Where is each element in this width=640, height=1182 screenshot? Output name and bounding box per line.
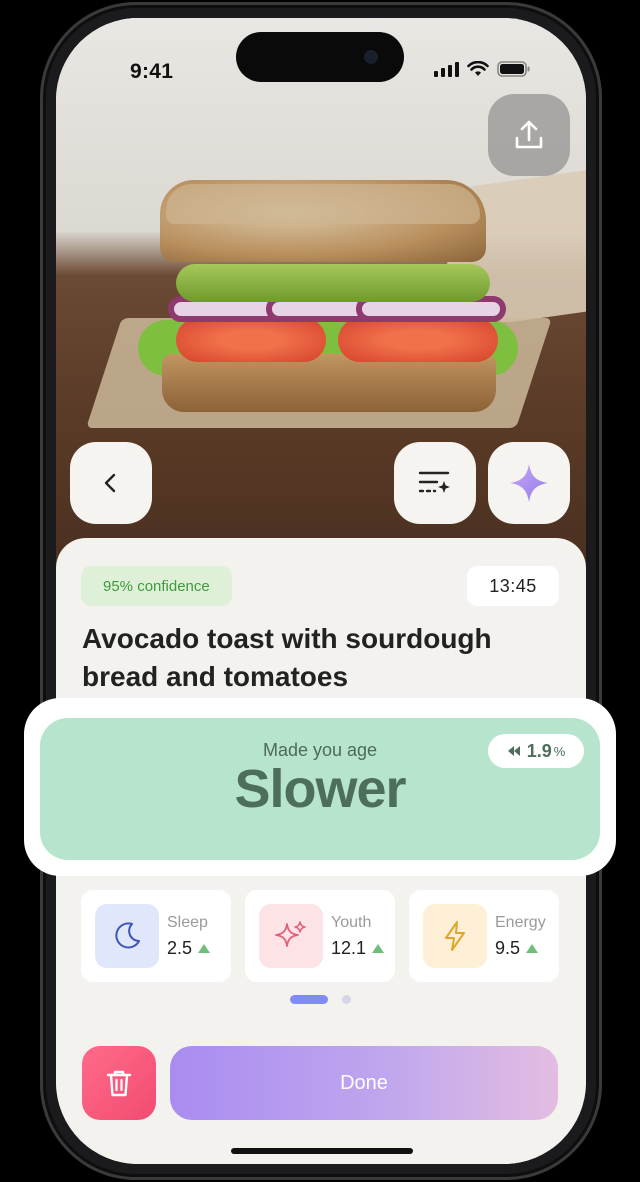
done-button[interactable]: Done: [170, 1046, 558, 1120]
status-time: 9:41: [130, 60, 174, 83]
metric-value: 2.5: [167, 938, 211, 959]
signal-icon: [434, 61, 459, 77]
metric-card-sleep[interactable]: Sleep 2.5: [81, 890, 231, 982]
delete-button[interactable]: [82, 1046, 156, 1120]
dynamic-island: [236, 32, 404, 82]
impact-change-value: 1.9: [526, 740, 552, 761]
metric-value: 9.5: [495, 938, 539, 959]
metric-label: Youth: [331, 914, 372, 931]
sparkle-icon: [510, 464, 548, 502]
rewind-icon: [507, 746, 520, 756]
impact-change-badge: 1.9%: [488, 734, 584, 768]
trend-up-icon: [198, 944, 211, 953]
meal-title: Avocado toast with sourdough bread and t…: [82, 623, 492, 692]
adjust-button[interactable]: [394, 442, 476, 524]
share-icon: [515, 120, 543, 149]
ai-sparkle-button[interactable]: [488, 442, 570, 524]
moon-icon: [95, 904, 159, 968]
back-button[interactable]: [70, 442, 152, 524]
metric-label: Sleep: [167, 914, 208, 931]
sparkles-icon: [259, 904, 323, 968]
metric-label: Energy: [495, 914, 546, 931]
metric-value: 12.1: [331, 938, 385, 959]
meal-time: 13:45: [467, 566, 559, 606]
lightning-icon: [423, 904, 487, 968]
page-indicator[interactable]: [290, 995, 351, 1004]
confidence-badge: 95% confidence: [81, 566, 232, 606]
wifi-icon: [467, 61, 489, 76]
chevron-left-icon: [104, 473, 116, 493]
trend-up-icon: [526, 944, 539, 953]
impact-change-unit: %: [553, 743, 566, 759]
page-dot[interactable]: [342, 995, 351, 1004]
page-dot-active[interactable]: [290, 995, 328, 1004]
status-icons: [434, 61, 531, 77]
metric-card-youth[interactable]: Youth 12.1: [245, 890, 395, 982]
battery-icon: [497, 61, 530, 77]
sliders-sparkle-icon: [418, 471, 450, 493]
metric-card-energy[interactable]: Energy 9.5: [409, 890, 559, 982]
trash-icon: [106, 1070, 132, 1097]
home-indicator: [231, 1148, 413, 1154]
trend-up-icon: [372, 944, 385, 953]
share-button[interactable]: [488, 94, 570, 176]
